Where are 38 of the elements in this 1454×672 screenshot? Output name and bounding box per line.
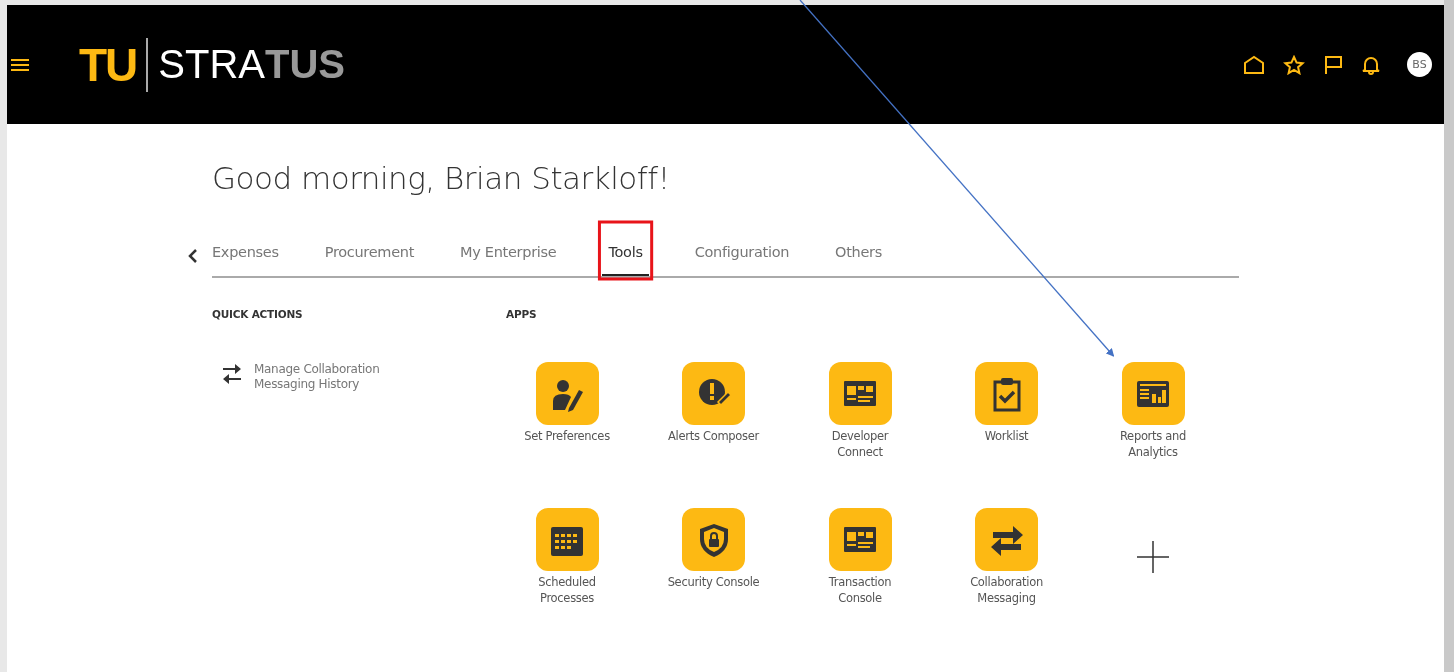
app-label[interactable]: Scheduled Processes: [517, 574, 617, 606]
app-label[interactable]: Security Console: [663, 574, 764, 590]
scrollbar[interactable]: [1444, 0, 1454, 672]
bell-icon[interactable]: [1361, 54, 1381, 75]
nav-tab[interactable]: Others: [835, 232, 883, 276]
nav-tab[interactable]: Procurement: [324, 232, 415, 276]
app-tile[interactable]: [975, 362, 1038, 425]
flag-icon[interactable]: [1323, 54, 1343, 75]
app-tile[interactable]: [1121, 362, 1185, 425]
user-avatar[interactable]: BS: [1407, 52, 1432, 77]
nav-tab[interactable]: My Enterprise: [460, 232, 557, 276]
quick-action-link[interactable]: Manage Collaboration Messaging History: [254, 362, 444, 392]
app-label[interactable]: Alerts Composer: [663, 428, 764, 444]
app-tile[interactable]: [682, 508, 745, 571]
swap-arrows-icon: [222, 362, 242, 384]
nav-tab[interactable]: Configuration: [694, 232, 790, 276]
section-heading: APPS: [506, 308, 538, 320]
app-tile[interactable]: [975, 508, 1038, 571]
star-icon[interactable]: [1283, 54, 1305, 75]
nav-tab[interactable]: Expenses: [212, 232, 279, 276]
section-heading: QUICK ACTIONS: [212, 308, 304, 320]
add-icon[interactable]: [1136, 540, 1171, 574]
nav-tab[interactable]: Tools: [602, 232, 649, 276]
app-tile[interactable]: [828, 508, 892, 571]
home-icon[interactable]: [1243, 54, 1265, 75]
app-label[interactable]: Set Preferences: [517, 428, 617, 444]
app-label[interactable]: Transaction Console: [810, 574, 910, 606]
app-tile[interactable]: [682, 362, 745, 425]
app-label[interactable]: Worklist: [956, 428, 1057, 444]
app-tile[interactable]: [535, 508, 599, 571]
app-label[interactable]: Developer Connect: [810, 428, 910, 460]
app-label[interactable]: Reports and Analytics: [1103, 428, 1203, 460]
app-tile[interactable]: [535, 362, 599, 425]
menu-icon[interactable]: [11, 57, 29, 72]
logo: TU STRATUS: [79, 37, 345, 92]
app-tile[interactable]: [828, 362, 892, 425]
greeting-heading: Good morning, Brian Starkloff!: [212, 160, 671, 196]
app-label[interactable]: Collaboration Messaging: [956, 574, 1057, 606]
